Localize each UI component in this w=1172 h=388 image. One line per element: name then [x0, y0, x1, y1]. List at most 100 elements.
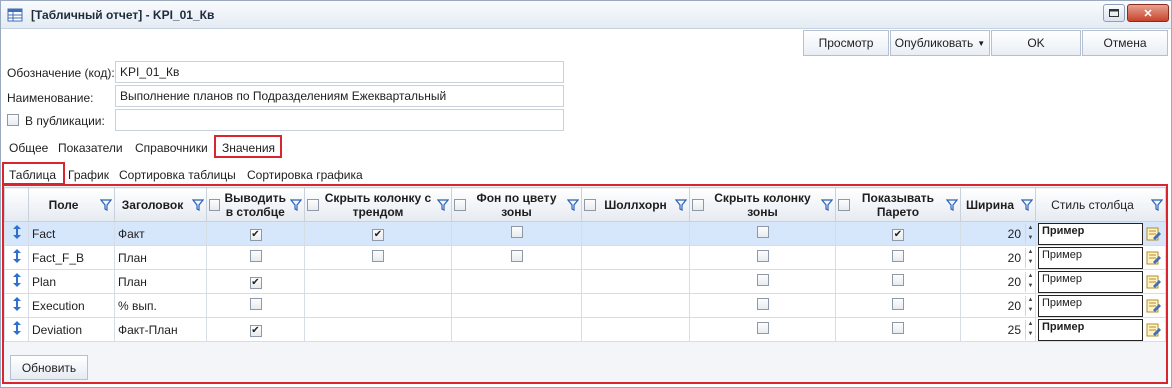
width-stepper[interactable]: 20 ▲ ▼ [964, 271, 1035, 293]
filter-icon[interactable] [1021, 198, 1033, 211]
spin-down-icon[interactable]: ▼ [1026, 282, 1035, 292]
width-cell[interactable]: 20 ▲ ▼ [960, 269, 1036, 294]
pareto-checkbox[interactable] [892, 229, 904, 241]
show-cell[interactable] [206, 293, 305, 318]
header-checkbox[interactable] [838, 198, 850, 211]
header-cell[interactable]: % вып. [114, 293, 207, 318]
style-cell[interactable]: Пример [1035, 221, 1166, 246]
restore-button[interactable] [1103, 4, 1125, 22]
hide-zone-checkbox[interactable] [756, 322, 769, 334]
pareto-cell[interactable] [835, 221, 961, 246]
hide-zone-cell[interactable] [689, 221, 836, 246]
column-header[interactable]: Скрыть колонку с трендом [304, 187, 452, 222]
edit-style-button[interactable] [1143, 247, 1165, 269]
table-row[interactable]: DeviationФакт-План 25 ▲▼Пример [4, 317, 1166, 342]
spin-up-icon[interactable]: ▲ [1026, 272, 1035, 282]
width-cell[interactable]: 20 ▲ ▼ [960, 245, 1036, 270]
edit-style-button[interactable] [1143, 223, 1165, 245]
show-cell[interactable] [206, 317, 305, 342]
zone-bg-checkbox[interactable] [510, 250, 523, 262]
filter-icon[interactable] [192, 198, 204, 211]
header-cell[interactable]: Факт [114, 221, 207, 246]
hide-zone-cell[interactable] [689, 245, 836, 270]
table-row[interactable]: PlanПлан 20 ▲▼Пример [4, 269, 1166, 294]
style-cell[interactable]: Пример [1035, 269, 1166, 294]
edit-style-button[interactable] [1143, 271, 1165, 293]
hide-zone-cell[interactable] [689, 269, 836, 294]
pareto-cell[interactable] [835, 293, 961, 318]
table-row[interactable]: Fact_F_B План 20 ▲ ▼ Пример [4, 245, 1166, 270]
refresh-button[interactable]: Обновить [10, 355, 88, 380]
filter-icon[interactable] [100, 198, 112, 211]
hide-zone-cell[interactable] [689, 293, 836, 318]
pareto-checkbox[interactable] [892, 250, 904, 262]
spin-up-icon[interactable]: ▲ [1026, 248, 1035, 258]
field-cell[interactable]: Plan [28, 269, 115, 294]
column-header[interactable]: Скрыть колонку зоны [689, 187, 836, 222]
hide-trend-cell[interactable] [304, 221, 452, 246]
column-header[interactable]: Поле [28, 187, 115, 222]
header-cell[interactable]: План [114, 245, 207, 270]
hide-zone-checkbox[interactable] [756, 250, 769, 262]
tab-indicators[interactable]: Показатели [58, 141, 123, 155]
column-header[interactable]: Ширина [960, 187, 1036, 222]
header-checkbox[interactable] [307, 198, 319, 211]
field-cell[interactable]: Deviation [28, 317, 115, 342]
zone-bg-cell[interactable] [451, 245, 582, 270]
publish-dropdown-button[interactable]: Опубликовать ▼ [890, 30, 990, 56]
width-stepper[interactable]: 25 ▲ ▼ [964, 319, 1035, 341]
column-header[interactable]: Шоллхорн [581, 187, 690, 222]
width-stepper[interactable]: 20 ▲ ▼ [964, 223, 1035, 245]
filter-icon[interactable] [946, 198, 958, 211]
field-cell[interactable]: Fact [28, 221, 115, 246]
column-header[interactable]: Показывать Парето [835, 187, 961, 222]
hide-trend-cell[interactable] [304, 245, 452, 270]
table-row[interactable]: FactФакт 20 ▲▼Пример [4, 221, 1166, 246]
hide-zone-cell[interactable] [689, 317, 836, 342]
width-stepper[interactable]: 20 ▲ ▼ [964, 295, 1035, 317]
show-cell[interactable] [206, 269, 305, 294]
header-cell[interactable]: План [114, 269, 207, 294]
width-stepper[interactable]: 20 ▲ ▼ [964, 247, 1035, 269]
preview-button[interactable]: Просмотр [803, 30, 889, 56]
row-drag-handle[interactable] [4, 293, 29, 318]
filter-icon[interactable] [675, 198, 687, 211]
column-header[interactable]: Заголовок [114, 187, 207, 222]
row-drag-handle[interactable] [4, 221, 29, 246]
show-checkbox[interactable] [249, 250, 262, 262]
row-drag-handle[interactable] [4, 269, 29, 294]
column-header[interactable]: Выводить в столбце [206, 187, 305, 222]
header-checkbox[interactable] [692, 198, 704, 211]
show-cell[interactable] [206, 245, 305, 270]
hide-zone-checkbox[interactable] [756, 298, 769, 310]
row-drag-handle[interactable] [4, 245, 29, 270]
column-header[interactable]: Стиль столбца [1035, 187, 1166, 222]
show-cell[interactable] [206, 221, 305, 246]
hide-zone-checkbox[interactable] [756, 226, 769, 238]
header-checkbox[interactable] [584, 198, 596, 211]
header-checkbox[interactable] [209, 198, 221, 211]
hide-trend-checkbox[interactable] [372, 229, 384, 241]
subtab-chart-sort[interactable]: Сортировка графика [247, 168, 363, 182]
filter-icon[interactable] [437, 198, 449, 211]
width-cell[interactable]: 20 ▲ ▼ [960, 221, 1036, 246]
tab-general[interactable]: Общее [9, 141, 48, 155]
spin-down-icon[interactable]: ▼ [1026, 306, 1035, 316]
spin-down-icon[interactable]: ▼ [1026, 330, 1035, 340]
show-checkbox[interactable] [249, 229, 262, 241]
edit-style-button[interactable] [1143, 319, 1165, 341]
width-cell[interactable]: 20 ▲ ▼ [960, 293, 1036, 318]
subtab-chart[interactable]: График [68, 168, 109, 182]
spin-down-icon[interactable]: ▼ [1026, 234, 1035, 244]
pareto-checkbox[interactable] [892, 322, 904, 334]
hide-trend-checkbox[interactable] [372, 250, 384, 262]
filter-icon[interactable] [1151, 198, 1163, 211]
style-cell[interactable]: Пример [1035, 245, 1166, 270]
pareto-checkbox[interactable] [892, 298, 904, 310]
tab-references[interactable]: Справочники [135, 141, 208, 155]
close-button[interactable]: ✕ [1127, 4, 1169, 22]
edit-style-button[interactable] [1143, 295, 1165, 317]
field-cell[interactable]: Fact_F_B [28, 245, 115, 270]
code-field[interactable]: KPI_01_Кв [115, 61, 564, 83]
filter-icon[interactable] [567, 198, 579, 211]
